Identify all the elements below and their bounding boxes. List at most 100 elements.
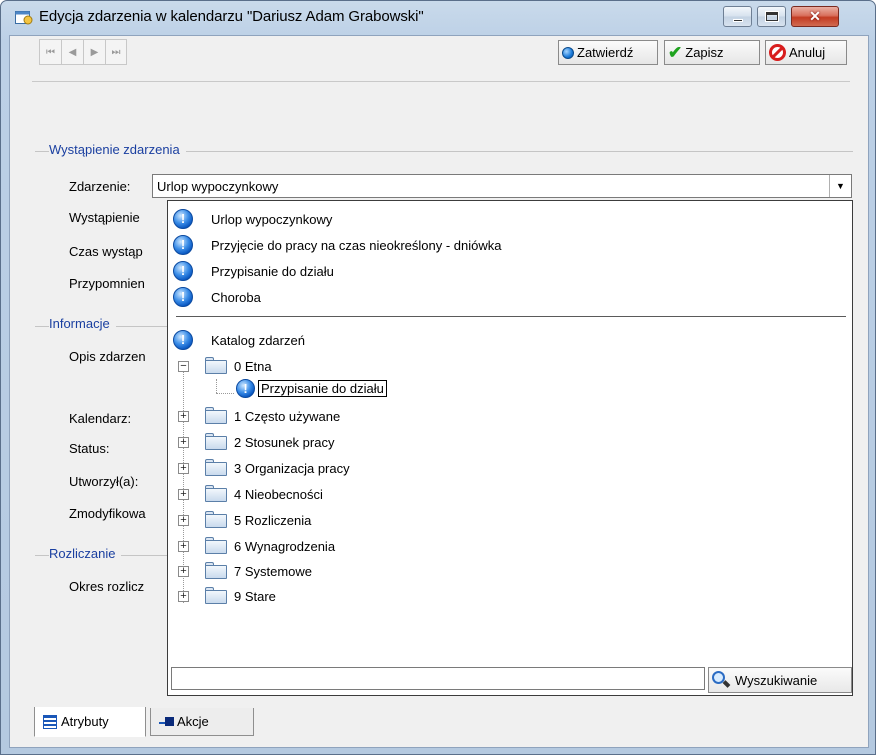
tab-actions[interactable]: Akcje — [150, 708, 254, 736]
group-billing-title: Rozliczanie — [49, 546, 122, 561]
last-record-button[interactable]: ⏭ — [105, 39, 127, 65]
period-label: Okres rozlicz — [69, 579, 145, 594]
tree-folder-label: 5 Rozliczenia — [234, 513, 312, 528]
expand-icon[interactable]: + — [178, 541, 189, 552]
save-label: Zapisz — [685, 45, 724, 60]
folder-icon — [205, 562, 227, 579]
search-button[interactable]: Wyszukiwanie — [708, 667, 852, 693]
next-record-button[interactable]: ▶ — [83, 39, 105, 65]
tree-guide-line — [216, 379, 217, 393]
group-info-title: Informacje — [49, 316, 116, 331]
first-record-button[interactable]: ⏮ — [39, 39, 61, 65]
tree-folder-item[interactable]: + 2 Stosunek pracy — [168, 430, 848, 454]
description-label: Opis zdarzen — [69, 349, 146, 364]
event-info-icon — [173, 287, 193, 307]
recent-item[interactable]: Przyjęcie do pracy na czas nieokreślony … — [168, 233, 848, 257]
group-occurrence-title: Wystąpienie zdarzenia — [49, 142, 186, 157]
tree-folder-label: 7 Systemowe — [234, 564, 313, 579]
prev-icon: ◀ — [68, 46, 77, 58]
close-icon: ✕ — [809, 8, 821, 24]
expand-icon[interactable]: + — [178, 566, 189, 577]
recent-item-label: Przypisanie do działu — [211, 264, 334, 279]
tree-folder-label: 2 Stosunek pracy — [234, 435, 335, 450]
minimize-button[interactable] — [723, 6, 752, 27]
tree-folder-label: 4 Nieobecności — [234, 487, 323, 502]
folder-icon — [205, 459, 227, 476]
confirm-button[interactable]: Zatwierdź — [558, 40, 658, 65]
dropdown-separator — [176, 316, 846, 317]
folder-icon — [205, 407, 227, 424]
tree-folder-item[interactable]: + 7 Systemowe — [168, 559, 848, 583]
tree-folder-item[interactable]: + 3 Organizacja pracy — [168, 456, 848, 480]
tree-folder-item[interactable]: − 0 Etna — [168, 354, 848, 378]
created-label: Utworzył(a): — [69, 474, 139, 489]
event-dropdown: Urlop wypoczynkowy Przyjęcie do pracy na… — [167, 200, 853, 696]
tree-folder-label: 6 Wynagrodzenia — [234, 539, 336, 554]
recent-item-label: Choroba — [211, 290, 261, 305]
tab-attributes-label: Atrybuty — [61, 714, 109, 729]
prev-record-button[interactable]: ◀ — [61, 39, 83, 65]
maximize-button[interactable] — [757, 6, 786, 27]
recent-item[interactable]: Przypisanie do działu — [168, 259, 848, 283]
catalog-info-icon — [173, 330, 193, 350]
tab-attributes[interactable]: Atrybuty — [34, 707, 146, 737]
maximize-icon — [766, 12, 778, 21]
save-button[interactable]: ✔ Zapisz — [664, 40, 760, 65]
window-title: Edycja zdarzenia w kalendarzu "Dariusz A… — [39, 8, 424, 25]
expand-icon[interactable]: + — [178, 591, 189, 602]
tree-root[interactable]: Katalog zdarzeń — [168, 328, 848, 352]
expand-icon[interactable]: + — [178, 515, 189, 526]
calendar-app-icon — [15, 9, 33, 26]
first-icon: ⏮ — [46, 46, 55, 58]
minimize-icon — [733, 19, 743, 22]
attributes-icon — [43, 714, 57, 729]
event-info-icon — [173, 261, 193, 281]
occurrence-label: Wystąpienie — [69, 210, 140, 225]
search-input[interactable] — [171, 667, 705, 690]
expand-icon[interactable]: + — [178, 437, 189, 448]
folder-icon — [205, 357, 227, 374]
expand-icon[interactable]: + — [178, 463, 189, 474]
tree-leaf-item[interactable]: Przypisanie do działu — [230, 377, 450, 401]
expand-icon[interactable]: + — [178, 411, 189, 422]
expand-icon[interactable]: + — [178, 489, 189, 500]
close-button[interactable]: ✕ — [791, 6, 839, 27]
folder-icon — [205, 433, 227, 450]
dropdown-arrow-icon[interactable]: ▼ — [829, 175, 851, 197]
record-navigator: ⏮ ◀ ▶ ⏭ — [39, 39, 127, 65]
tree-folder-label: 1 Często używane — [234, 409, 341, 424]
folder-icon — [205, 511, 227, 528]
time-label: Czas wystąp — [69, 244, 143, 259]
tree-folder-item[interactable]: + 6 Wynagrodzenia — [168, 534, 848, 558]
window: Edycja zdarzenia w kalendarzu "Dariusz A… — [0, 0, 876, 755]
recent-item[interactable]: Choroba — [168, 285, 848, 309]
event-info-icon — [236, 379, 255, 398]
folder-icon — [205, 537, 227, 554]
recent-item[interactable]: Urlop wypoczynkowy — [168, 207, 848, 231]
tree-folder-item[interactable]: + 9 Stare — [168, 584, 848, 608]
cancel-button[interactable]: Anuluj — [765, 40, 847, 65]
confirm-label: Zatwierdź — [577, 45, 634, 60]
status-label: Status: — [69, 441, 110, 456]
tree-folder-label: 0 Etna — [234, 359, 272, 374]
tree-folder-item[interactable]: + 5 Rozliczenia — [168, 508, 848, 532]
collapse-icon[interactable]: − — [178, 361, 189, 372]
recent-item-label: Urlop wypoczynkowy — [211, 212, 333, 227]
event-info-icon — [173, 235, 193, 255]
tree-folder-item[interactable]: + 4 Nieobecności — [168, 482, 848, 506]
last-icon: ⏭ — [111, 46, 121, 58]
magnifier-icon — [712, 671, 731, 689]
calendar-label: Kalendarz: — [69, 411, 132, 426]
cancel-label: Anuluj — [789, 45, 826, 60]
tree-folder-item[interactable]: + 1 Często używane — [168, 404, 848, 428]
event-label: Zdarzenie: — [69, 179, 131, 194]
confirm-dot-icon — [562, 46, 574, 59]
actions-icon — [159, 715, 174, 729]
event-combobox[interactable]: Urlop wypoczynkowy ▼ — [152, 174, 852, 198]
folder-icon — [205, 587, 227, 604]
tab-actions-label: Akcje — [177, 714, 209, 729]
modified-label: Zmodyfikowa — [69, 506, 146, 521]
recent-item-label: Przyjęcie do pracy na czas nieokreślony … — [211, 238, 502, 253]
cancel-icon — [769, 44, 786, 61]
event-combobox-value: Urlop wypoczynkowy — [157, 179, 279, 194]
